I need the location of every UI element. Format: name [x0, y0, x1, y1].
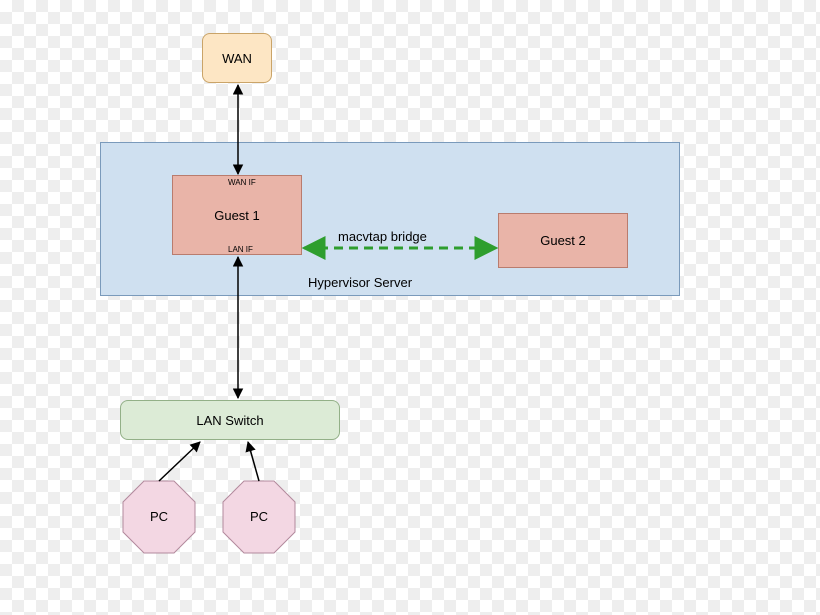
pc1-label: PC — [150, 509, 168, 524]
diagram-svg — [0, 0, 820, 615]
pc2-label: PC — [250, 509, 268, 524]
edge-pc2-lanswitch — [248, 442, 259, 481]
edge-pc1-lanswitch — [159, 442, 200, 481]
